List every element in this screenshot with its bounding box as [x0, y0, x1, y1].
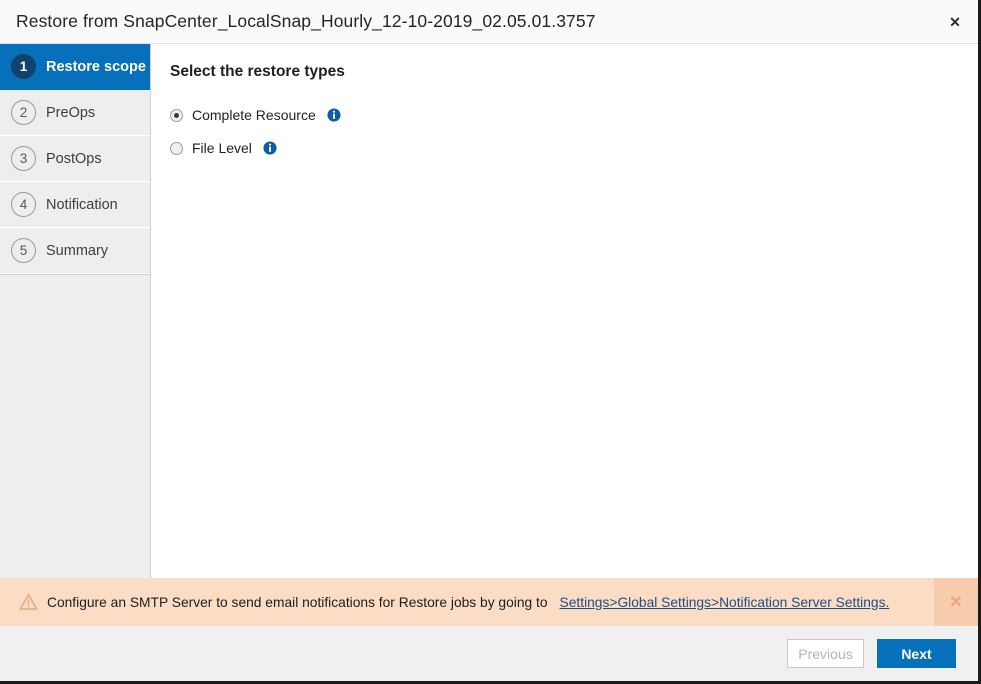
step-label: Notification	[46, 196, 118, 213]
previous-button[interactable]: Previous	[787, 639, 864, 668]
step-label: Restore scope	[46, 58, 146, 75]
step-number: 1	[11, 54, 36, 79]
banner-close-icon[interactable]: ✕	[934, 578, 978, 626]
step-number: 5	[11, 238, 36, 263]
restore-wizard-dialog: Restore from SnapCenter_LocalSnap_Hourly…	[0, 0, 981, 684]
sidebar-filler	[0, 274, 150, 285]
main-content-panel: Select the restore types Complete Resour…	[152, 44, 978, 578]
sidebar-item-notification[interactable]: 4 Notification	[0, 182, 150, 228]
step-number: 4	[11, 192, 36, 217]
step-number: 3	[11, 146, 36, 171]
step-label: PreOps	[46, 104, 96, 121]
next-button[interactable]: Next	[877, 639, 956, 668]
banner-message: Configure an SMTP Server to send email n…	[47, 594, 548, 610]
radio-complete-resource[interactable]	[170, 108, 183, 122]
sidebar-item-summary[interactable]: 5 Summary	[0, 228, 150, 274]
info-icon[interactable]	[327, 108, 341, 122]
wizard-step-sidebar: 1 Restore scope 2 PreOps 3 PostOps 4 Not…	[0, 44, 151, 578]
smtp-warning-banner: Configure an SMTP Server to send email n…	[0, 578, 978, 626]
notification-server-settings-link[interactable]: Settings>Global Settings>Notification Se…	[560, 595, 890, 610]
dialog-title: Restore from SnapCenter_LocalSnap_Hourly…	[16, 11, 596, 31]
info-icon[interactable]	[263, 141, 277, 155]
restore-type-option-complete-resource[interactable]: Complete Resource	[170, 105, 341, 125]
step-number: 2	[11, 100, 36, 125]
restore-type-option-file-level[interactable]: File Level	[170, 138, 277, 158]
step-label: PostOps	[46, 150, 102, 167]
dialog-footer: Previous Next	[0, 626, 978, 681]
step-label: Summary	[46, 242, 109, 259]
dialog-titlebar: Restore from SnapCenter_LocalSnap_Hourly…	[0, 0, 978, 44]
warning-triangle-icon	[19, 594, 38, 610]
close-icon[interactable]: ✕	[944, 11, 966, 33]
radio-file-level[interactable]	[170, 141, 183, 155]
radio-label-complete-resource: Complete Resource	[192, 107, 316, 123]
page-title: Select the restore types	[170, 63, 345, 80]
sidebar-item-preops[interactable]: 2 PreOps	[0, 90, 150, 136]
sidebar-item-postops[interactable]: 3 PostOps	[0, 136, 150, 182]
sidebar-item-restore-scope[interactable]: 1 Restore scope	[0, 44, 150, 90]
radio-label-file-level: File Level	[192, 140, 252, 156]
